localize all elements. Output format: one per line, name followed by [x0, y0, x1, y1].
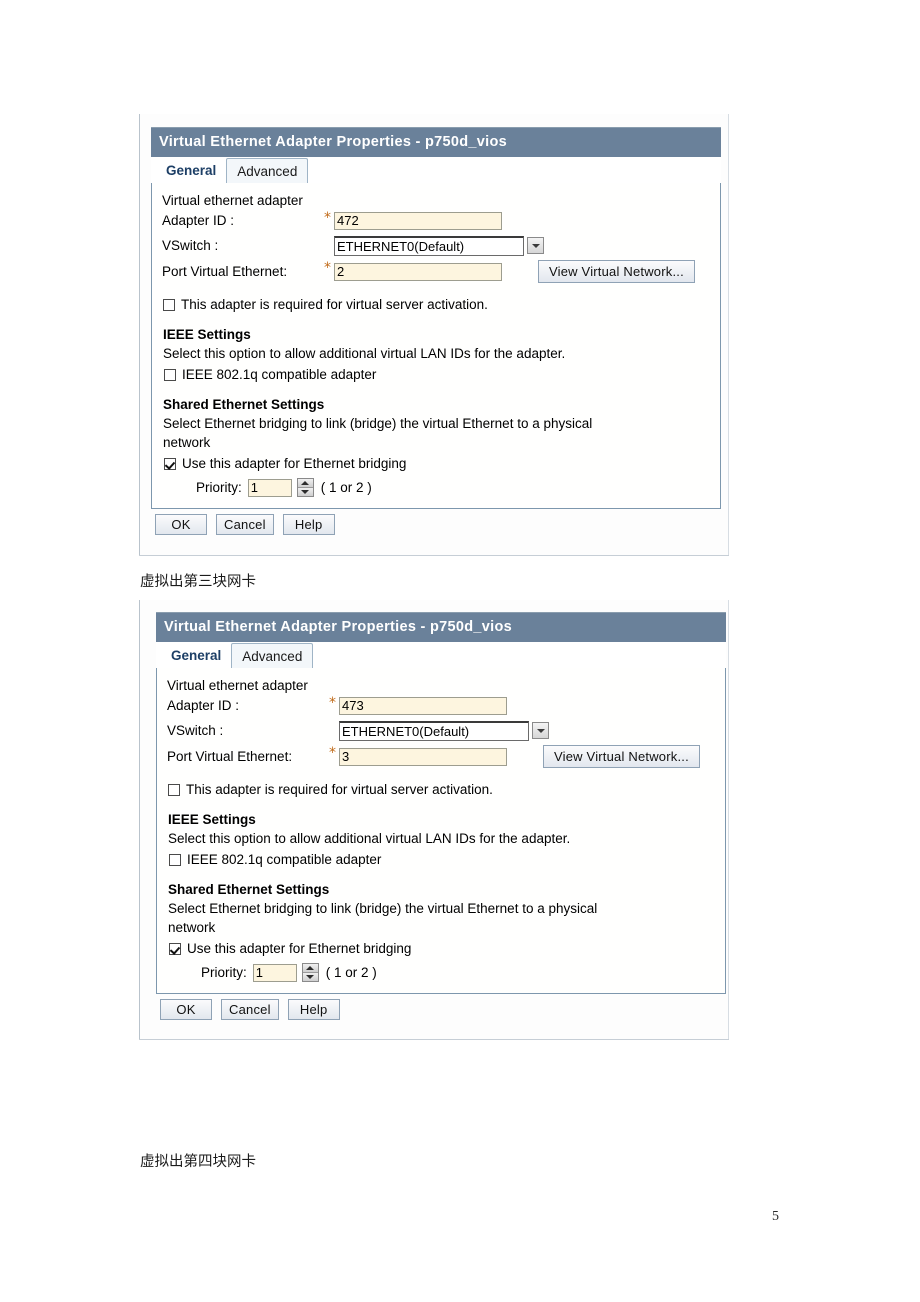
- dialog-panel: Virtual ethernet adapter Adapter ID : * …: [156, 667, 726, 994]
- tabstrip: General Advanced: [151, 157, 721, 183]
- adapter-id-input[interactable]: [334, 211, 502, 230]
- chevron-down-icon[interactable]: [527, 237, 544, 254]
- tab-advanced[interactable]: Advanced: [226, 158, 309, 183]
- vswitch-label: VSwitch :: [162, 238, 219, 253]
- dialog-title: Virtual Ethernet Adapter Properties - p7…: [159, 134, 507, 150]
- required-activation-label: This adapter is required for virtual ser…: [181, 297, 488, 312]
- priority-input[interactable]: [247, 478, 292, 497]
- priority-hint: ( 1 or 2 ): [325, 965, 377, 980]
- priority-label: Priority:: [196, 480, 242, 495]
- port-virtual-ethernet-input[interactable]: [334, 262, 502, 281]
- priority-stepper[interactable]: [296, 478, 314, 497]
- priority-row: Priority: ( 1 or 2 ): [158, 477, 710, 498]
- priority-stepper[interactable]: [301, 963, 319, 982]
- ethernet-bridging-checkbox-row[interactable]: Use this adapter for Ethernet bridging: [163, 939, 715, 958]
- chevron-up-icon[interactable]: [297, 479, 313, 488]
- ieee-compatible-checkbox-row[interactable]: IEEE 802.1q compatible adapter: [163, 850, 715, 869]
- ethernet-bridging-label: Use this adapter for Ethernet bridging: [182, 456, 407, 471]
- shared-ethernet-description-line1: Select Ethernet bridging to link (bridge…: [168, 901, 598, 916]
- block-1-bottom-rule: [139, 555, 729, 556]
- section-title: Virtual ethernet adapter: [162, 193, 303, 208]
- tabstrip: General Advanced: [156, 642, 726, 668]
- cancel-button[interactable]: Cancel: [216, 514, 274, 535]
- cancel-button[interactable]: Cancel: [221, 999, 279, 1020]
- ok-button[interactable]: OK: [160, 999, 212, 1020]
- ieee-compatible-checkbox[interactable]: [169, 853, 181, 866]
- tab-general[interactable]: General: [161, 643, 232, 668]
- vswitch-combo-value[interactable]: ETHERNET0(Default): [339, 720, 529, 741]
- note-fourth-network-card: 虚拟出第四块网卡: [140, 1154, 256, 1170]
- required-activation-checkbox[interactable]: [168, 783, 180, 796]
- port-virtual-ethernet-required-marker: *: [324, 260, 331, 276]
- port-virtual-ethernet-required-marker: *: [329, 745, 336, 761]
- required-activation-checkbox-row[interactable]: This adapter is required for virtual ser…: [158, 295, 710, 314]
- help-button[interactable]: Help: [282, 514, 335, 535]
- adapter-id-input[interactable]: [339, 696, 507, 715]
- dialog-button-bar: OK Cancel Help: [156, 994, 726, 1020]
- ieee-settings-description: Select this option to allow additional v…: [168, 831, 571, 846]
- shared-ethernet-description-line2: network: [163, 435, 211, 450]
- vswitch-label: VSwitch :: [167, 723, 224, 738]
- ethernet-bridging-checkbox-row[interactable]: Use this adapter for Ethernet bridging: [158, 454, 710, 473]
- note-third-network-card: 虚拟出第三块网卡: [140, 574, 256, 590]
- ethernet-bridging-checkbox[interactable]: [169, 942, 181, 955]
- port-virtual-ethernet-row: Port Virtual Ethernet: * View Virtual Ne…: [163, 745, 715, 768]
- dialog-button-bar: OK Cancel Help: [151, 509, 721, 535]
- priority-input[interactable]: [252, 963, 297, 982]
- ieee-settings-heading: IEEE Settings: [168, 812, 256, 827]
- required-activation-label: This adapter is required for virtual ser…: [186, 782, 493, 797]
- chevron-down-icon[interactable]: [297, 488, 313, 496]
- ieee-compatible-checkbox[interactable]: [164, 368, 176, 381]
- page-number: 5: [772, 1209, 779, 1224]
- port-virtual-ethernet-label: Port Virtual Ethernet:: [167, 749, 293, 764]
- chevron-down-icon[interactable]: [532, 722, 549, 739]
- shared-ethernet-description-line2: network: [168, 920, 216, 935]
- adapter-id-row: Adapter ID : *: [158, 210, 710, 231]
- dialog-titlebar: Virtual Ethernet Adapter Properties - p7…: [156, 612, 726, 642]
- required-activation-checkbox[interactable]: [163, 298, 175, 311]
- priority-label: Priority:: [201, 965, 247, 980]
- vswitch-row: VSwitch : ETHERNET0(Default): [158, 235, 710, 256]
- adapter-id-required-marker: *: [324, 210, 331, 226]
- vswitch-combo[interactable]: ETHERNET0(Default): [334, 235, 544, 256]
- help-button[interactable]: Help: [287, 999, 340, 1020]
- ieee-settings-description: Select this option to allow additional v…: [163, 346, 566, 361]
- ethernet-bridging-label: Use this adapter for Ethernet bridging: [187, 941, 412, 956]
- ieee-settings-heading: IEEE Settings: [163, 327, 251, 342]
- chevron-up-icon[interactable]: [302, 964, 318, 973]
- priority-hint: ( 1 or 2 ): [320, 480, 372, 495]
- ieee-compatible-checkbox-row[interactable]: IEEE 802.1q compatible adapter: [158, 365, 710, 384]
- ieee-compatible-label: IEEE 802.1q compatible adapter: [182, 367, 377, 382]
- adapter-id-required-marker: *: [329, 695, 336, 711]
- dialog-titlebar: Virtual Ethernet Adapter Properties - p7…: [151, 127, 721, 157]
- dialog-title: Virtual Ethernet Adapter Properties - p7…: [164, 619, 512, 635]
- vswitch-combo-value[interactable]: ETHERNET0(Default): [334, 235, 524, 256]
- tab-advanced[interactable]: Advanced: [231, 643, 314, 668]
- vswitch-row: VSwitch : ETHERNET0(Default): [163, 720, 715, 741]
- dialog-panel: Virtual ethernet adapter Adapter ID : * …: [151, 182, 721, 509]
- virtual-ethernet-adapter-dialog-1: Virtual Ethernet Adapter Properties - p7…: [151, 127, 721, 535]
- port-virtual-ethernet-input[interactable]: [339, 747, 507, 766]
- shared-ethernet-heading: Shared Ethernet Settings: [168, 882, 330, 897]
- priority-row: Priority: ( 1 or 2 ): [163, 962, 715, 983]
- port-virtual-ethernet-row: Port Virtual Ethernet: * View Virtual Ne…: [158, 260, 710, 283]
- shared-ethernet-description-line1: Select Ethernet bridging to link (bridge…: [163, 416, 593, 431]
- view-virtual-network-button[interactable]: View Virtual Network...: [543, 745, 700, 768]
- ok-button[interactable]: OK: [155, 514, 207, 535]
- shared-ethernet-heading: Shared Ethernet Settings: [163, 397, 325, 412]
- section-title: Virtual ethernet adapter: [167, 678, 308, 693]
- vswitch-combo[interactable]: ETHERNET0(Default): [339, 720, 549, 741]
- adapter-id-label: Adapter ID :: [167, 698, 240, 713]
- virtual-ethernet-adapter-dialog-2: Virtual Ethernet Adapter Properties - p7…: [156, 612, 726, 1020]
- port-virtual-ethernet-label: Port Virtual Ethernet:: [162, 264, 288, 279]
- block-2-bottom-rule: [139, 1039, 729, 1040]
- ethernet-bridging-checkbox[interactable]: [164, 457, 176, 470]
- ieee-compatible-label: IEEE 802.1q compatible adapter: [187, 852, 382, 867]
- required-activation-checkbox-row[interactable]: This adapter is required for virtual ser…: [163, 780, 715, 799]
- adapter-id-row: Adapter ID : *: [163, 695, 715, 716]
- adapter-id-label: Adapter ID :: [162, 213, 235, 228]
- chevron-down-icon[interactable]: [302, 973, 318, 981]
- view-virtual-network-button[interactable]: View Virtual Network...: [538, 260, 695, 283]
- tab-general[interactable]: General: [156, 158, 227, 183]
